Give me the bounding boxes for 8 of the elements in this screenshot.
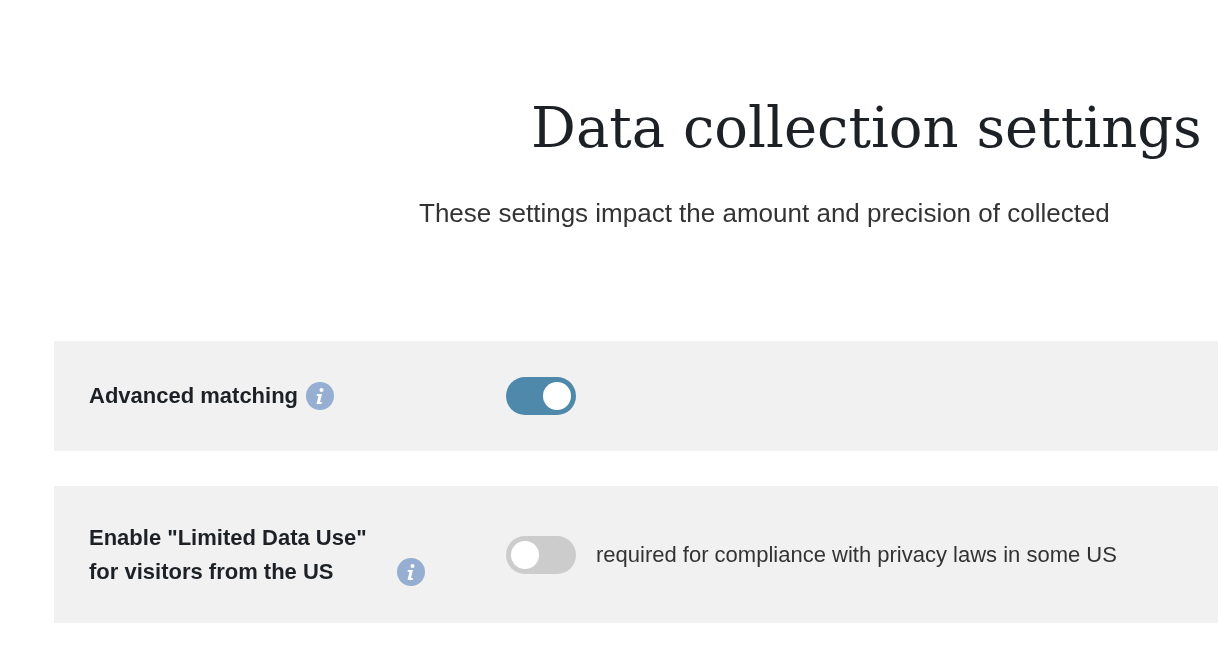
setting-description: required for compliance with privacy laws in some US	[596, 541, 1117, 569]
info-icon[interactable]	[306, 382, 335, 410]
info-icon[interactable]	[397, 557, 425, 586]
toggle-switch[interactable]	[506, 535, 576, 574]
setting-label: Enable "Limited Data Use" for visitors from the US	[89, 523, 368, 586]
page-subtitle: These settings impact the amount and precision of collected	[418, 197, 1111, 230]
setting-label: Advanced matching	[89, 382, 299, 410]
toggle-switch[interactable]	[506, 377, 576, 415]
